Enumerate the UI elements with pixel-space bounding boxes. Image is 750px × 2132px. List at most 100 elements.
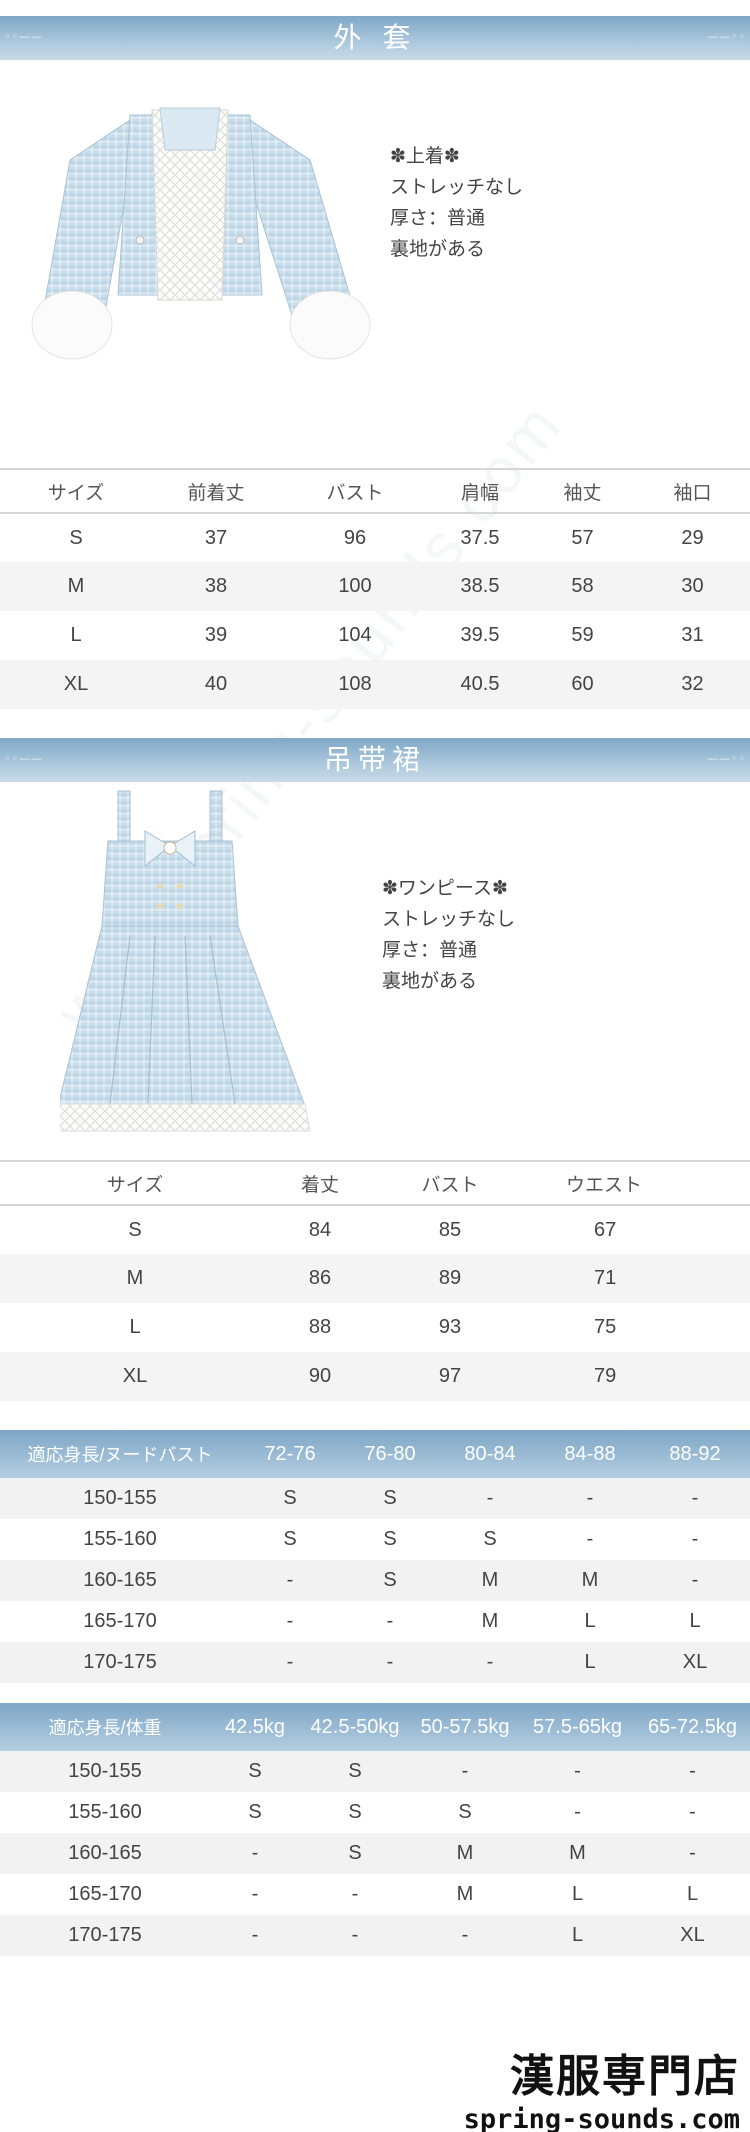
table-cell: L bbox=[129, 1316, 141, 1338]
table-cell: - bbox=[635, 1833, 750, 1874]
table-cell: - bbox=[635, 1751, 750, 1792]
table-cell: - bbox=[340, 1642, 440, 1683]
table-row: M 38 100 38.5 58 30 bbox=[0, 562, 750, 611]
table-cell: M bbox=[410, 1833, 520, 1874]
table-cell: 108 bbox=[280, 660, 430, 709]
table-cell: S bbox=[340, 1478, 440, 1519]
table-cell: 104 bbox=[338, 624, 372, 646]
table-row: 170-175 - - - L XL bbox=[0, 1915, 750, 1956]
header-ornament-right-icon: ——◦◦ bbox=[707, 752, 746, 765]
table-cell: - bbox=[210, 1833, 300, 1874]
table-row: 155-160 S S S - - bbox=[0, 1519, 750, 1560]
table-cell: - bbox=[386, 1610, 394, 1632]
table-cell: S bbox=[348, 1801, 362, 1823]
table-cell: - bbox=[540, 1478, 640, 1519]
coat-description: ✽上着✽ ストレッチなし 厚さ：普通 裏地がある bbox=[390, 141, 523, 265]
table-cell: S bbox=[248, 1801, 262, 1823]
column-header: 着丈 bbox=[270, 1160, 370, 1206]
column-header: バスト bbox=[280, 468, 430, 514]
table-cell: 160-165 bbox=[0, 1560, 240, 1601]
table-cell: 170-175 bbox=[0, 1642, 240, 1683]
table-cell: XL bbox=[635, 1915, 750, 1956]
table-cell: - bbox=[351, 1883, 359, 1905]
table-cell: 155-160 bbox=[68, 1801, 142, 1823]
table-cell: 155-160 bbox=[83, 1528, 157, 1550]
table-cell: M bbox=[456, 1883, 474, 1905]
table-header-row: サイズ 前着丈 バスト 肩幅 袖丈 袖口 bbox=[0, 468, 750, 514]
table-cell: S bbox=[283, 1528, 297, 1550]
table-cell: L bbox=[540, 1642, 640, 1683]
table-cell: 88 bbox=[308, 1316, 332, 1338]
table-cell: M bbox=[520, 1833, 635, 1874]
table-cell: 85 bbox=[438, 1218, 462, 1241]
table-cell: S bbox=[300, 1833, 410, 1874]
table-cell: 86 bbox=[270, 1254, 370, 1303]
table-cell: - bbox=[286, 1610, 294, 1632]
column-header: 肩幅 bbox=[430, 468, 530, 514]
table-cell: S bbox=[210, 1751, 300, 1792]
table-cell: - bbox=[410, 1751, 520, 1792]
table-cell: - bbox=[440, 1642, 540, 1683]
column-header: ウエスト bbox=[530, 1160, 750, 1206]
header-ornament-right-icon: ——◦◦ bbox=[707, 30, 746, 43]
table-cell: M bbox=[440, 1560, 540, 1601]
store-logo: 漢服専門店 spring-sounds.com bbox=[464, 2040, 740, 2132]
fit-by-weight-table: 適応身長/体重 42.5kg 42.5-50kg 50-57.5kg 57.5-… bbox=[0, 1703, 750, 1956]
table-cell: 165-170 bbox=[68, 1883, 142, 1905]
table-row: 165-170 - - M L L bbox=[0, 1874, 750, 1915]
table-cell: 38 bbox=[152, 562, 280, 611]
table-row: XL 90 97 79 bbox=[0, 1352, 750, 1401]
coat-section-header: ◦◦—— 外 套 ——◦◦ bbox=[0, 16, 750, 60]
table-cell: XL bbox=[0, 1352, 270, 1401]
coat-section-title: 外 套 bbox=[333, 21, 417, 54]
column-header: 前着丈 bbox=[152, 468, 280, 514]
table-cell: - bbox=[410, 1915, 520, 1956]
fit-by-bust-table: 適応身長/ヌードバスト 72-76 76-80 80-84 84-88 88-9… bbox=[0, 1430, 750, 1683]
table-cell: S bbox=[383, 1528, 397, 1550]
table-cell: L bbox=[584, 1610, 596, 1632]
coat-desc-stretch: ストレッチなし bbox=[390, 176, 524, 198]
table-row: 155-160 S S S - - bbox=[0, 1792, 750, 1833]
table-cell: L bbox=[689, 1610, 701, 1632]
table-cell: - bbox=[240, 1560, 340, 1601]
column-header: 50-57.5kg bbox=[410, 1703, 520, 1751]
coat-desc-thickness: 厚さ：普通 bbox=[390, 207, 486, 229]
table-cell: M bbox=[0, 1254, 270, 1303]
table-cell: 71 bbox=[530, 1254, 750, 1303]
column-header: 80-84 bbox=[440, 1430, 540, 1478]
dress-section-header: ◦◦—— 吊带裙 ——◦◦ bbox=[0, 738, 750, 782]
dress-desc-lining: 裏地がある bbox=[382, 970, 478, 992]
table-row: 165-170 - - M L L bbox=[0, 1601, 750, 1642]
table-cell: - bbox=[691, 1528, 699, 1550]
table-cell: 37.5 bbox=[460, 526, 500, 549]
table-cell: S bbox=[128, 1218, 142, 1241]
dress-desc-title: ✽ワンピース✽ bbox=[382, 877, 508, 899]
coat-size-table: サイズ 前着丈 バスト 肩幅 袖丈 袖口 S 37 96 37.5 57 29 … bbox=[0, 468, 750, 709]
column-header: 袖丈 bbox=[530, 468, 635, 514]
dress-section-title: 吊带裙 bbox=[323, 743, 426, 776]
table-cell: 150-155 bbox=[0, 1751, 210, 1792]
table-cell: S bbox=[483, 1528, 497, 1550]
table-cell: 40 bbox=[152, 660, 280, 709]
table-cell: S bbox=[240, 1478, 340, 1519]
table-cell: 37 bbox=[204, 526, 228, 549]
table-cell: 67 bbox=[594, 1218, 617, 1241]
table-cell: 84 bbox=[308, 1218, 332, 1241]
table-cell: - bbox=[210, 1915, 300, 1956]
table-cell: L bbox=[571, 1883, 584, 1905]
table-cell: L bbox=[686, 1883, 699, 1905]
table-row: 150-155 S S - - - bbox=[0, 1751, 750, 1792]
table-row: 150-155 S S - - - bbox=[0, 1478, 750, 1519]
table-cell: 160-165 bbox=[0, 1833, 210, 1874]
table-cell: M bbox=[540, 1560, 640, 1601]
table-cell: 57 bbox=[571, 526, 594, 549]
table-cell: XL bbox=[0, 660, 152, 709]
column-header: 76-80 bbox=[340, 1430, 440, 1478]
table-cell: 170-175 bbox=[0, 1915, 210, 1956]
column-header: 袖口 bbox=[635, 468, 750, 514]
table-cell: L bbox=[520, 1915, 635, 1956]
table-cell: 97 bbox=[370, 1352, 530, 1401]
table-cell: M bbox=[481, 1610, 499, 1632]
table-cell: - bbox=[251, 1883, 259, 1905]
store-logo-name: 漢服専門店 bbox=[510, 2051, 740, 2102]
